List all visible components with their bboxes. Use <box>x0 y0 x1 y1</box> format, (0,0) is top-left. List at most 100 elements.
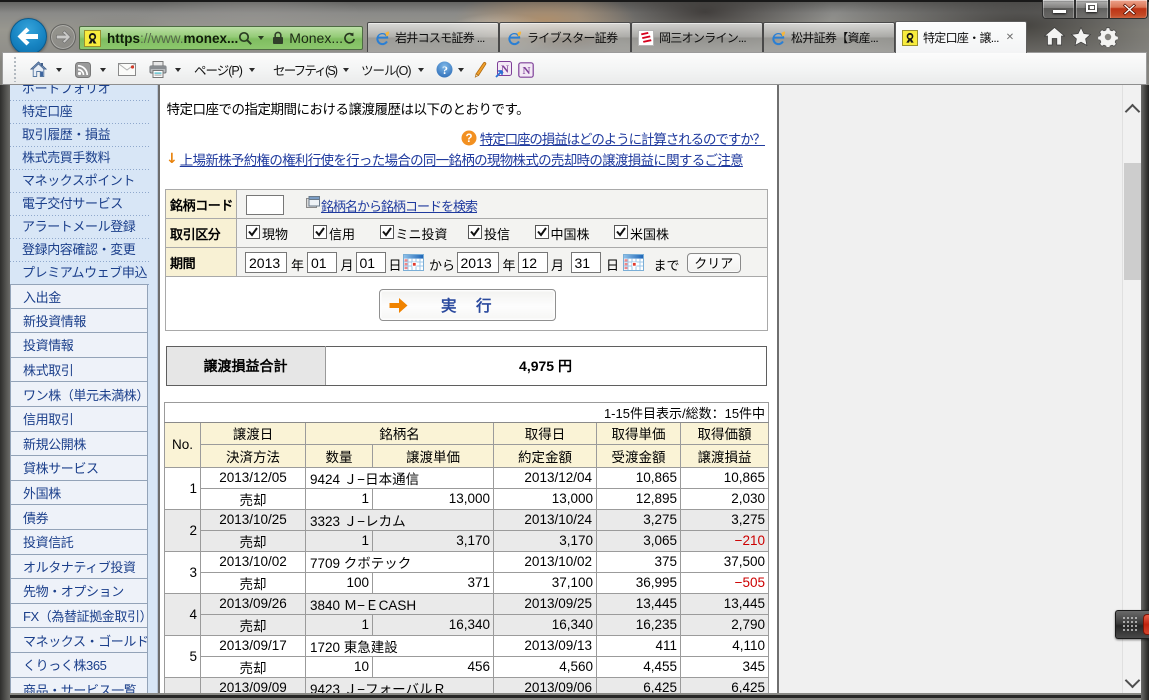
sidebar-box-item-1[interactable]: 入出金 <box>10 284 148 309</box>
type-option-6[interactable]: 米国株 <box>614 224 669 243</box>
sidebar-item-9[interactable]: プレミアムウェブ申込 <box>10 262 150 285</box>
checkbox-icon[interactable] <box>380 225 394 242</box>
sidebar-item-5[interactable]: マネックスポイント <box>10 170 150 193</box>
chevron-up-icon[interactable] <box>1125 104 1141 120</box>
sidebar-item-7[interactable]: アラートメール登録 <box>10 216 150 239</box>
minimize-button[interactable] <box>1042 0 1075 19</box>
mail-button[interactable] <box>118 59 136 80</box>
lock-icon[interactable] <box>272 31 284 45</box>
sidebar-box-item-3[interactable]: 投資情報 <box>10 333 148 358</box>
close-button[interactable] <box>1109 0 1148 19</box>
sidebar-box-item-15[interactable]: マネックス・ゴールド <box>10 628 148 653</box>
sidebar-box-item-7[interactable]: 新規公開株 <box>10 432 148 457</box>
sidebar-item-3[interactable]: 取引履歴・損益 <box>10 124 150 147</box>
sidebar-box-item-8[interactable]: 貸株サービス <box>10 456 148 481</box>
tab-2[interactable]: ライブスター証券 <box>499 22 631 52</box>
menu-ツール(O)[interactable]: ツール(O) <box>361 59 424 80</box>
sidebar-item-2[interactable]: 特定口座 <box>10 101 150 124</box>
sidebar-box-item-10[interactable]: 債券 <box>10 505 148 530</box>
sidebar-box-item-5[interactable]: ワン株（単元未満株） <box>10 382 148 407</box>
sidebar-box-item-2[interactable]: 新投資情報 <box>10 309 148 334</box>
sidebar-item-8[interactable]: 登録内容確認・変更 <box>10 239 150 262</box>
menu-ページ(P)[interactable]: ページ(P) <box>194 59 255 80</box>
faq-link[interactable]: 特定口座の損益はどのように計算されるのですか？ <box>480 128 765 148</box>
sidebar-box-item-13[interactable]: 先物・オプション <box>10 579 148 604</box>
sidebar-item-6[interactable]: 電子交付サービス <box>10 193 150 216</box>
sidebar-box-item-6[interactable]: 信用取引 <box>10 407 148 432</box>
sidebar-box-item-16[interactable]: くりっく株365 <box>10 653 148 678</box>
maximize-button[interactable] <box>1075 0 1109 19</box>
desktop-gadget-grip[interactable] <box>1115 610 1149 639</box>
sidebar-item-label: FX（為替証拠金取引） <box>23 606 148 625</box>
tab-5[interactable]: 特定口座・譲...✕ <box>895 21 1027 53</box>
star-icon[interactable] <box>1071 27 1091 46</box>
code-search-link[interactable]: 銘柄名から銘柄コードを検索 <box>321 196 477 215</box>
question-icon[interactable]: ? <box>461 130 477 146</box>
type-option-4[interactable]: 投信 <box>468 224 510 243</box>
certificate-name[interactable]: Monex... <box>289 30 343 46</box>
from-day-input[interactable]: 01 <box>356 252 386 273</box>
down-arrow-icon[interactable]: ↓ <box>166 151 178 167</box>
sidebar-box-item-12[interactable]: オルタナティブ投資 <box>10 555 148 580</box>
clear-button[interactable]: クリア <box>687 253 741 273</box>
home-icon[interactable] <box>1044 27 1065 46</box>
help-button[interactable]: ? <box>436 59 464 80</box>
tab-title: ライブスター証券 <box>527 29 617 46</box>
sidebar-item-1[interactable]: ポートフォリオ <box>10 85 150 101</box>
gear-icon[interactable] <box>1098 27 1118 47</box>
checkbox-icon[interactable] <box>246 225 260 242</box>
type-option-5[interactable]: 中国株 <box>535 224 590 243</box>
col-header: 取得日 <box>494 422 597 445</box>
url-text[interactable]: https://www.monex... <box>107 31 238 46</box>
rss-button[interactable] <box>75 59 106 80</box>
popup-window-icon <box>306 196 320 209</box>
notice-link[interactable]: 上場新株予約権の権利行使を行った場合の同一銘柄の現物株式の売却時の譲渡損益に関す… <box>180 149 743 169</box>
sidebar-box-item-14[interactable]: FX（為替証拠金取引） <box>10 604 148 629</box>
onenote-button[interactable]: N <box>518 59 534 80</box>
tab-3[interactable]: 岡三オンライン... <box>631 22 763 52</box>
checkbox-icon[interactable] <box>535 225 549 242</box>
sidebar-box-item-11[interactable]: 投資信託 <box>10 530 148 555</box>
scrollbar-thumb[interactable] <box>1124 163 1141 280</box>
checkbox-icon[interactable] <box>614 225 628 242</box>
tab-4[interactable]: 松井証券【資産... <box>763 22 895 52</box>
sidebar-box-item-4[interactable]: 株式取引 <box>10 358 148 383</box>
address-dropdown-icon[interactable] <box>258 36 264 40</box>
menu-セーフティ(S)[interactable]: セーフティ(S) <box>273 59 349 80</box>
back-button[interactable] <box>10 18 47 55</box>
from-month-input[interactable]: 01 <box>307 252 337 273</box>
to-day-input[interactable]: 31 <box>571 252 601 273</box>
address-bar[interactable]: https://www.monex... Monex... <box>79 26 363 50</box>
to-year-input[interactable]: 2013 <box>457 252 499 273</box>
sidebar-box-item-9[interactable]: 外国株 <box>10 481 148 506</box>
tab-close-icon[interactable]: ✕ <box>1006 32 1014 43</box>
toolbar-grip[interactable] <box>13 56 17 82</box>
home-button[interactable] <box>30 59 62 80</box>
checkbox-icon[interactable] <box>468 225 482 242</box>
type-option-2[interactable]: 信用 <box>313 224 355 243</box>
magnifier-icon[interactable] <box>238 31 253 46</box>
tab-1[interactable]: 岩井コスモ証券 ... <box>367 22 499 52</box>
col-header: 約定金額 <box>494 445 597 468</box>
to-month-input[interactable]: 12 <box>518 252 548 273</box>
print-button[interactable] <box>149 59 181 80</box>
code-input[interactable] <box>246 195 284 215</box>
onenote-linked-button[interactable]: N <box>495 59 512 80</box>
forward-button[interactable] <box>50 24 76 50</box>
checkbox-icon[interactable] <box>313 225 327 242</box>
execute-button[interactable]: 実 行 <box>379 289 556 321</box>
sidebar-item-4[interactable]: 株式売買手数料 <box>10 147 150 170</box>
onenote-pen-button[interactable] <box>473 59 487 80</box>
chevron-down-icon[interactable] <box>1125 673 1141 689</box>
vertical-scrollbar[interactable] <box>1122 85 1141 693</box>
from-year-input[interactable]: 2013 <box>245 252 287 273</box>
type-option-1[interactable]: 現物 <box>246 224 288 243</box>
transfer-profit-loss: 2,030 <box>681 488 769 509</box>
calendar-icon[interactable] <box>623 254 644 274</box>
refresh-icon[interactable] <box>343 32 356 45</box>
monex-favicon[interactable] <box>84 30 101 47</box>
type-option-3[interactable]: ミニ投資 <box>380 224 448 243</box>
transfer-date: 2013/09/26 <box>201 593 306 614</box>
calendar-icon[interactable] <box>403 254 424 274</box>
sidebar-box-item-17[interactable]: 商品・サービス一覧 <box>10 678 148 693</box>
